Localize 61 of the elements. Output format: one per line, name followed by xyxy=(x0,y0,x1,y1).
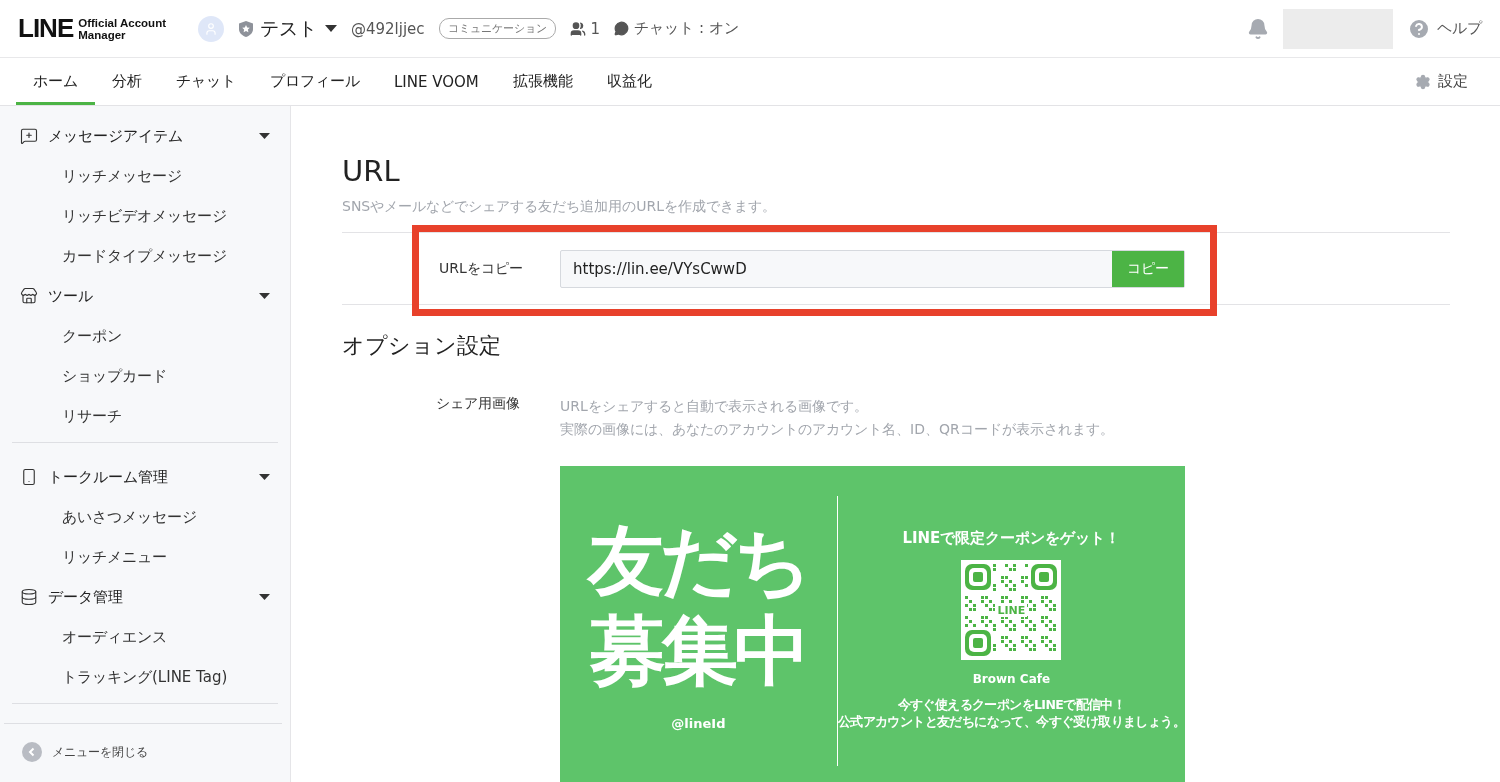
promo-body-text: 今すぐ使えるクーポンをLINEで配信中！ 公式アカウントと友だちになって、今すぐ受け取りましょう。 xyxy=(837,696,1185,730)
sidebar-item[interactable]: トラッキング(LINE Tag) xyxy=(12,657,278,697)
group-label: ツール xyxy=(48,286,93,306)
nav-tab[interactable]: プロフィール xyxy=(253,58,377,105)
group-label: データ管理 xyxy=(48,587,123,607)
share-image-label: シェア用画像 xyxy=(436,395,521,413)
sidebar-group[interactable]: トークルーム管理 xyxy=(12,457,278,497)
chevron-left-icon xyxy=(22,742,42,762)
phone-icon xyxy=(20,468,38,486)
message-plus-icon xyxy=(20,127,38,145)
logo-subtitle: Official Account Manager xyxy=(78,16,166,41)
nav-tab[interactable]: チャット xyxy=(159,58,253,105)
help-text: URLをシェアすると自動で表示される画像です。 xyxy=(560,397,869,416)
avatar-icon[interactable] xyxy=(198,15,224,42)
plan-badge: コミュニケーション xyxy=(438,18,556,39)
headline-text: 募集中 xyxy=(590,606,807,696)
sidebar-group[interactable]: メッセージアイテム xyxy=(12,116,278,156)
nav-tab[interactable]: 分析 xyxy=(95,58,159,105)
sidebar-item[interactable]: クーポン xyxy=(12,316,278,356)
page-title: URL xyxy=(342,154,401,188)
caret-icon[interactable] xyxy=(325,24,337,33)
friends-count: 1 xyxy=(590,19,601,38)
group-label: メッセージアイテム xyxy=(48,126,183,146)
sidebar-item[interactable]: あいさつメッセージ xyxy=(12,497,278,537)
section-title: オプション設定 xyxy=(342,332,502,360)
settings-link[interactable]: 設定 xyxy=(1415,58,1484,105)
sidebar-item[interactable]: リッチビデオメッセージ xyxy=(12,196,278,236)
sidebar-item[interactable]: オーディエンス xyxy=(12,617,278,657)
logo-text: LINE xyxy=(18,13,74,44)
url-field[interactable]: https://lin.ee/VYsCwwD コピー xyxy=(560,249,1185,288)
nav-tab[interactable]: 拡張機能 xyxy=(495,58,590,105)
headline-text: 友だち xyxy=(588,516,809,606)
store-icon xyxy=(20,287,38,305)
url-label: URLをコピー xyxy=(439,259,524,278)
help-link[interactable]: ヘルプ xyxy=(1407,16,1482,41)
friends-icon xyxy=(569,20,586,37)
chat-bubble-icon xyxy=(614,21,630,36)
shield-star-icon xyxy=(238,19,254,38)
account-id: @492ljjec xyxy=(351,19,425,38)
bell-icon[interactable] xyxy=(1247,17,1269,40)
help-text: 実際の画像には、あなたのアカウントのアカウント名、ID、QRコードが表示されます。 xyxy=(560,420,1115,439)
close-menu-link[interactable]: メニューを閉じる xyxy=(4,723,282,782)
sidebar-group[interactable]: データ管理 xyxy=(12,577,278,617)
group-label: トークルーム管理 xyxy=(48,467,168,487)
database-icon xyxy=(20,588,38,606)
sidebar-item[interactable]: リサーチ xyxy=(12,396,278,436)
sidebar-group[interactable]: ツール xyxy=(12,276,278,316)
shop-name: Brown Cafe xyxy=(972,672,1051,686)
promo-text: LINEで限定クーポンをゲット！ xyxy=(902,529,1121,548)
page-description: SNSやメールなどでシェアする友だち追加用のURLを作成できます。 xyxy=(342,198,778,216)
account-name[interactable]: テスト xyxy=(260,15,317,42)
gear-icon xyxy=(1415,73,1431,90)
sidebar-item[interactable]: リッチメッセージ xyxy=(12,156,278,196)
nav-tab[interactable]: LINE VOOM xyxy=(377,58,496,105)
chat-status: チャット : オン xyxy=(634,19,739,38)
sidebar-item[interactable]: ショップカード xyxy=(12,356,278,396)
sidebar-item[interactable]: リッチメニュー xyxy=(12,537,278,577)
nav-tab[interactable]: 収益化 xyxy=(589,58,669,105)
qr-label: LINE xyxy=(995,603,1028,617)
line-id-text: @lineId xyxy=(671,716,726,731)
sidebar-item[interactable]: カードタイプメッセージ xyxy=(12,236,278,276)
